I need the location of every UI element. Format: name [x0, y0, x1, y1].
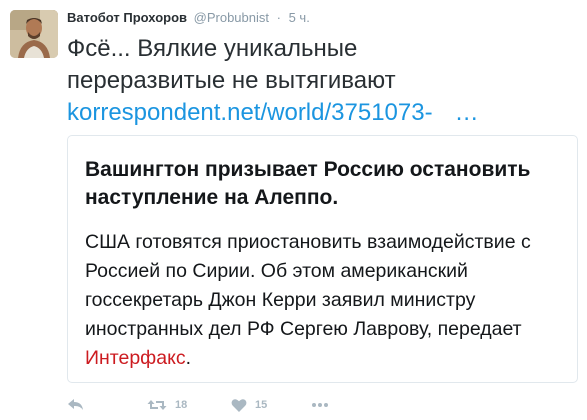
- tweet: Ватобот Прохоров @Probubnist · 5 ч. Фсё.…: [0, 0, 587, 420]
- heart-icon: [231, 398, 247, 412]
- link-ellipsis: …: [454, 99, 479, 126]
- tweet-header: Ватобот Прохоров @Probubnist · 5 ч.: [67, 9, 310, 27]
- more-button[interactable]: [311, 395, 329, 415]
- card-body-text: США готовятся приостановить взаимодейств…: [85, 231, 531, 340]
- avatar[interactable]: [10, 10, 58, 58]
- tweet-link[interactable]: korrespondent.net/world/3751073-: [67, 99, 433, 126]
- link-card[interactable]: Вашингтон призывает Россию остановить на…: [67, 135, 578, 383]
- avatar-image: [10, 10, 58, 58]
- tweet-link-line: korrespondent.net/world/3751073- …: [67, 97, 567, 129]
- author-handle[interactable]: @Probubnist: [194, 10, 269, 25]
- retweet-icon: [147, 400, 167, 410]
- like-count: 15: [255, 399, 268, 411]
- card-body: США готовятся приостановить взаимодейств…: [85, 228, 569, 373]
- tweet-time[interactable]: 5 ч.: [289, 10, 310, 25]
- reply-button[interactable]: [67, 395, 85, 415]
- tweet-actions: 18 15: [67, 395, 567, 415]
- retweet-button[interactable]: 18: [147, 395, 187, 415]
- tweet-text-line: переразвитые не вытягивают: [67, 67, 396, 94]
- author-name[interactable]: Ватобот Прохоров: [67, 10, 187, 25]
- tweet-text: Фсё... Вялкие уникальные переразвитые не…: [67, 33, 567, 129]
- more-icon: [312, 403, 328, 407]
- separator: ·: [276, 10, 281, 25]
- like-button[interactable]: 15: [231, 395, 267, 415]
- card-body-end: .: [185, 347, 191, 369]
- tweet-text-line: Фсё... Вялкие уникальные: [67, 35, 358, 62]
- card-title: Вашингтон призывает Россию остановить на…: [85, 158, 531, 209]
- retweet-count: 18: [175, 399, 188, 411]
- card-source[interactable]: Интерфакс: [85, 347, 186, 369]
- reply-icon: [68, 399, 83, 410]
